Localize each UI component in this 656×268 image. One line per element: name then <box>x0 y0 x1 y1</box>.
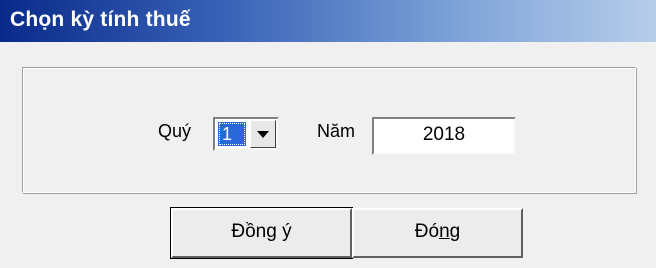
quarter-selected-value[interactable]: 1 <box>218 122 246 146</box>
agree-button-label: Đồng ý <box>231 221 292 242</box>
agree-button[interactable]: Đồng ý <box>170 207 353 259</box>
close-label-mnemonic: n <box>439 221 450 242</box>
close-button-label: Đóng <box>415 221 460 242</box>
title-bar: Chọn kỳ tính thuế <box>0 0 656 42</box>
close-label-suffix: g <box>449 221 461 242</box>
close-button[interactable]: Đóng <box>352 208 523 258</box>
chevron-down-icon <box>257 131 269 138</box>
quarter-select[interactable]: 1 <box>213 117 279 151</box>
window-title: Chọn kỳ tính thuế <box>10 8 191 31</box>
quarter-label: Quý <box>158 121 192 141</box>
tax-period-dialog: Chọn kỳ tính thuế Quý 1 Năm 2018 Đồng ý … <box>0 0 656 268</box>
quarter-dropdown-button[interactable] <box>250 120 276 148</box>
year-input[interactable]: 2018 <box>372 117 516 155</box>
close-label-prefix: Đó <box>414 221 440 242</box>
year-label: Năm <box>317 121 356 141</box>
